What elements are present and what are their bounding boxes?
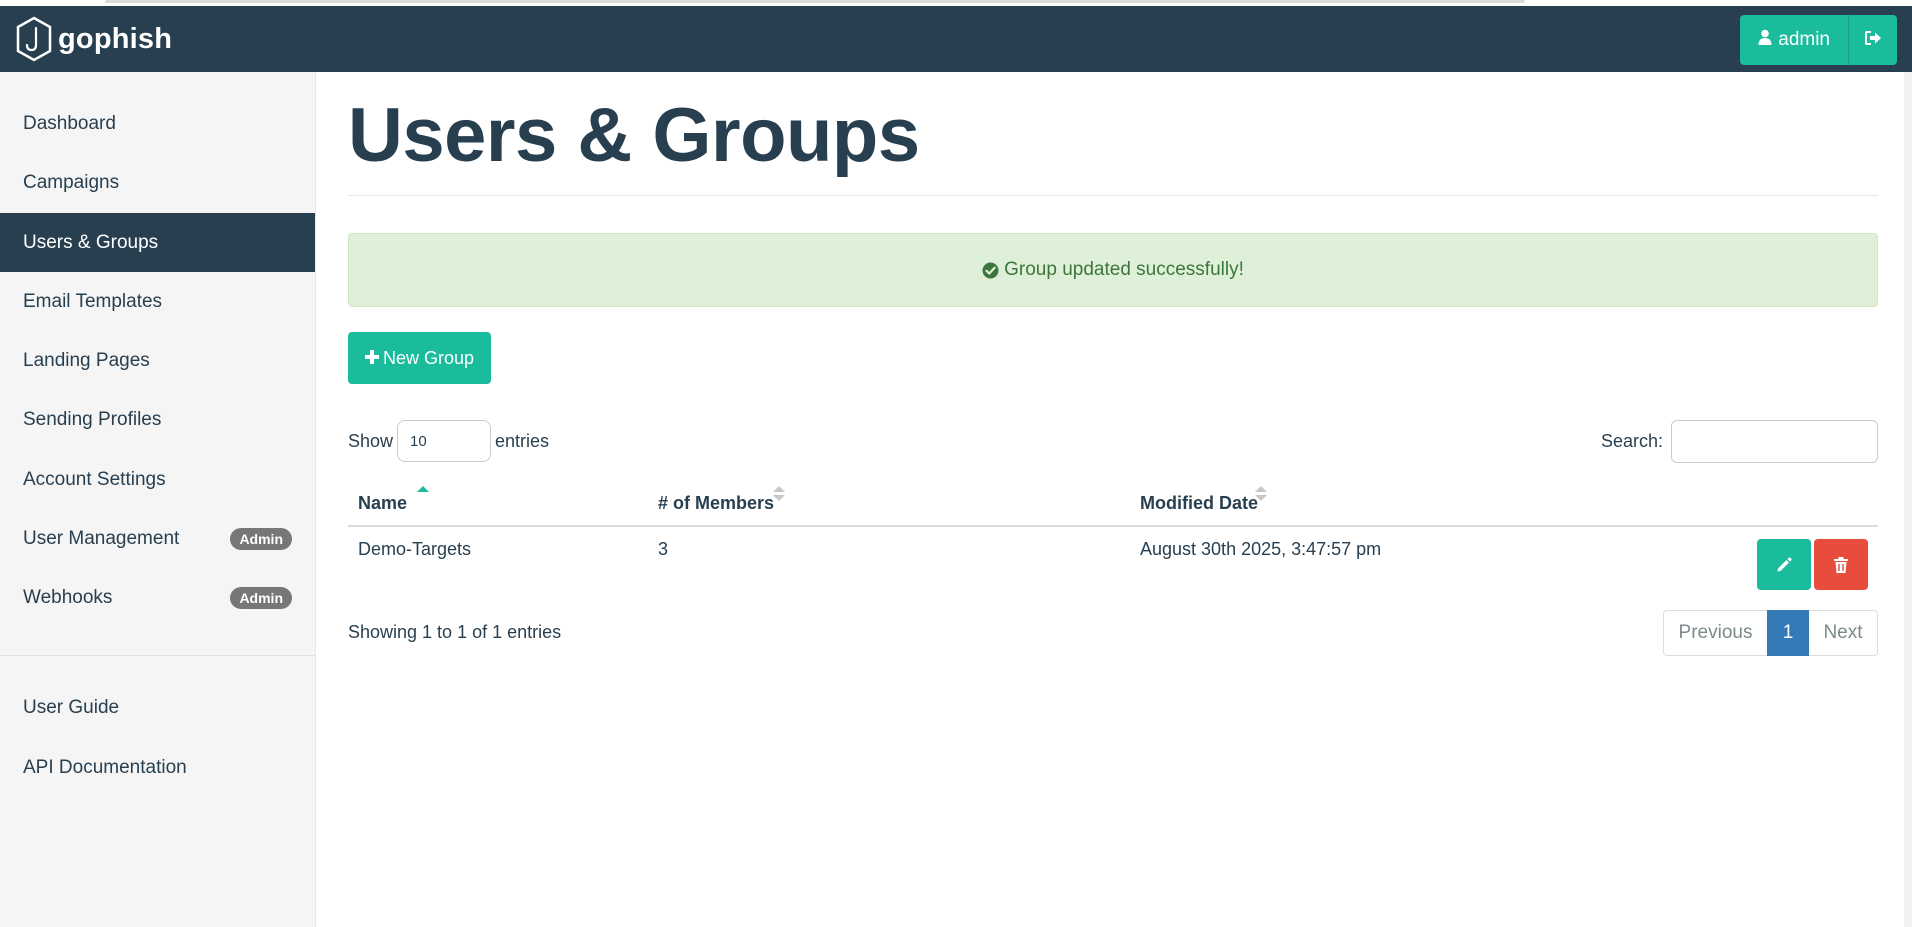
brand[interactable]: gophish (15, 10, 172, 68)
column-header-label: Name (358, 493, 408, 513)
sidebar-item-user-guide[interactable]: User Guide (0, 678, 315, 737)
sort-both-icon (773, 486, 785, 501)
sidebar-item-landing-pages[interactable]: Landing Pages (0, 331, 315, 390)
pagination-next[interactable]: Next (1809, 610, 1878, 656)
gophish-logo-icon (15, 16, 53, 62)
delete-group-button[interactable] (1814, 539, 1868, 590)
sidebar-item-label: Sending Profiles (23, 408, 162, 430)
column-header-members[interactable]: # of Members (648, 475, 1130, 527)
pencil-icon (1777, 556, 1792, 571)
column-header-name[interactable]: Name (348, 475, 648, 527)
column-header-label: # of Members (658, 493, 775, 513)
sidebar-item-user-management[interactable]: User Management Admin (0, 509, 315, 568)
sidebar-item-webhooks[interactable]: Webhooks Admin (0, 568, 315, 627)
cell-name: Demo-Targets (358, 539, 472, 559)
brand-name: gophish (58, 22, 173, 55)
entries-select[interactable]: 10 (397, 420, 492, 462)
horizontal-scrollbar[interactable] (105, 0, 1525, 3)
sidebar-item-label: Webhooks (23, 586, 113, 608)
vertical-scrollbar[interactable] (1904, 72, 1912, 927)
sidebar-item-sending-profiles[interactable]: Sending Profiles (0, 390, 315, 449)
table-search: Search: (1601, 420, 1878, 463)
check-circle-icon (982, 262, 999, 279)
admin-user-label: admin (1778, 29, 1830, 50)
sidebar-item-campaigns[interactable]: Campaigns (0, 153, 315, 212)
admin-badge: Admin (230, 587, 292, 609)
table-info: Showing 1 to 1 of 1 entries (348, 622, 562, 642)
cell-modified-date: August 30th 2025, 3:47:57 pm (1140, 539, 1382, 559)
admin-badge: Admin (230, 528, 292, 550)
alert-message: Group updated successfully! (1004, 259, 1244, 280)
sidebar-item-label: User Management (23, 527, 180, 549)
sidebar-divider (0, 655, 315, 656)
title-divider (348, 195, 1878, 196)
sidebar-item-label: User Guide (23, 696, 120, 718)
sidebar-item-label: API Documentation (23, 756, 187, 778)
sidebar-item-label: Account Settings (23, 468, 166, 490)
cell-members: 3 (658, 539, 669, 559)
success-alert: Group updated successfully! (348, 233, 1878, 307)
user-icon (1758, 29, 1772, 51)
sidebar-item-users-groups[interactable]: Users & Groups (0, 213, 315, 272)
sidebar-item-account-settings[interactable]: Account Settings (0, 450, 315, 509)
pagination: Previous 1 Next (1663, 610, 1878, 656)
trash-icon (1834, 556, 1848, 573)
new-group-button[interactable]: New Group (348, 332, 491, 384)
sign-out-icon (1864, 30, 1882, 51)
table-row: Demo-Targets 3 August 30th 2025, 3:47:57… (348, 526, 1878, 590)
cell-actions (1660, 526, 1878, 590)
column-header-label: Modified Date (1140, 493, 1259, 513)
sidebar-item-api-documentation[interactable]: API Documentation (0, 738, 315, 797)
sort-ascending-icon (417, 486, 429, 492)
entries-length-control: Show 10 entries (348, 420, 549, 462)
user-actions: admin (1740, 15, 1897, 65)
sidebar-item-label: Landing Pages (23, 349, 150, 371)
sidebar-item-email-templates[interactable]: Email Templates (0, 272, 315, 331)
column-header-modified-date[interactable]: Modified Date (1130, 475, 1660, 527)
top-navbar: gophish admin (0, 6, 1912, 72)
admin-user-button[interactable]: admin (1740, 15, 1849, 65)
sidebar-item-dashboard[interactable]: Dashboard (0, 94, 315, 153)
page-title: Users & Groups (348, 93, 920, 178)
sidebar-item-label: Email Templates (23, 290, 163, 312)
table-header-row: Name # of Members Modified Date (348, 475, 1878, 527)
sidebar-item-label: Users & Groups (23, 231, 159, 253)
sort-both-icon (1255, 486, 1267, 501)
groups-table: Name # of Members Modified Date Demo-Tar… (348, 475, 1878, 590)
logout-button[interactable] (1849, 15, 1897, 65)
sidebar-item-label: Dashboard (23, 112, 116, 134)
sidebar: Dashboard Campaigns Users & Groups Email… (0, 72, 316, 927)
plus-icon (364, 347, 379, 370)
sidebar-item-label: Campaigns (23, 171, 120, 193)
edit-group-button[interactable] (1757, 539, 1811, 590)
column-header-actions (1660, 475, 1878, 527)
pagination-page-current[interactable]: 1 (1767, 610, 1809, 656)
pagination-previous[interactable]: Previous (1663, 610, 1767, 656)
search-input[interactable] (1671, 420, 1878, 463)
entries-label: entries (495, 430, 550, 451)
show-label: Show (348, 430, 394, 451)
search-label: Search: (1600, 431, 1663, 451)
new-group-label: New Group (382, 347, 475, 368)
